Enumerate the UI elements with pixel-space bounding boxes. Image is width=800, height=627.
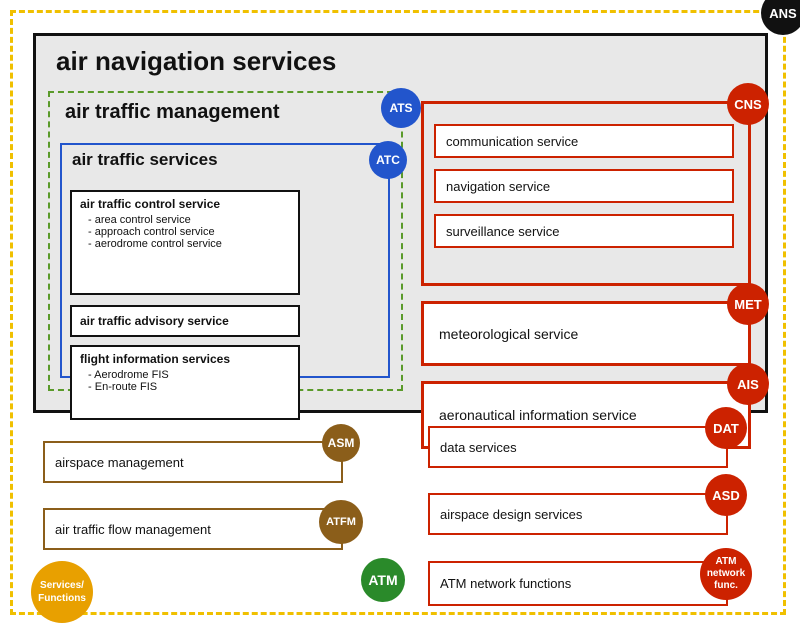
advisory-text: air traffic advisory service	[80, 314, 229, 328]
atc-item-2: - approach control service	[88, 226, 290, 238]
atc-box: air traffic control service - area contr…	[70, 190, 300, 295]
atc-title: air traffic control service	[80, 197, 290, 211]
cns-surv-box: surveillance service	[434, 214, 734, 248]
ans-badge: ANS	[761, 0, 800, 35]
ans-box: air navigation services air traffic mana…	[33, 33, 768, 413]
fis-item-1: - Aerodrome FIS	[88, 369, 290, 381]
ais-badge: AIS	[727, 363, 769, 405]
met-badge: MET	[727, 283, 769, 325]
cns-comm-box: communication service	[434, 124, 734, 158]
atm-net-box: ATM network func. ATM network functions	[428, 561, 728, 606]
asd-text: airspace design services	[440, 507, 582, 522]
dat-box: DAT data services	[428, 426, 728, 468]
asd-box: ASD airspace design services	[428, 493, 728, 535]
met-text: meteorological service	[439, 326, 578, 342]
advisory-box: air traffic advisory service	[70, 305, 300, 337]
cns-comm-text: communication service	[446, 134, 578, 149]
atc-item-3: - aerodrome control service	[88, 238, 290, 250]
atfm-box: ATFM air traffic flow management	[43, 508, 343, 550]
asm-badge: ASM	[322, 424, 360, 462]
atm-net-text: ATM network functions	[440, 576, 571, 591]
asd-badge: ASD	[705, 474, 747, 516]
ans-title: air navigation services	[56, 46, 336, 77]
ats-title: air traffic services	[72, 150, 218, 170]
atm-box: air traffic management ATS air traffic s…	[48, 91, 403, 391]
ais-text: aeronautical information service	[439, 407, 637, 423]
atc-item-1: - area control service	[88, 214, 290, 226]
dat-text: data services	[440, 440, 517, 455]
fis-box: flight information services - Aerodrome …	[70, 345, 300, 420]
cns-box: CNS communication service navigation ser…	[421, 101, 751, 286]
asm-box: ASM airspace management	[43, 441, 343, 483]
atm-badge: ATM	[361, 558, 405, 602]
ats-box: air traffic services ATC air traffic con…	[60, 143, 390, 378]
dat-badge: DAT	[705, 407, 747, 449]
atm-net-badge: ATM network func.	[700, 548, 752, 600]
met-box: MET meteorological service	[421, 301, 751, 366]
fis-title: flight information services	[80, 352, 290, 366]
cns-surv-text: surveillance service	[446, 224, 559, 239]
cns-nav-box: navigation service	[434, 169, 734, 203]
atfm-badge: ATFM	[319, 500, 363, 544]
outer-container: ANS air navigation services air traffic …	[10, 10, 786, 615]
atfm-text: air traffic flow management	[55, 522, 211, 537]
services-badge: Services/ Functions	[31, 561, 93, 623]
atc-badge: ATC	[369, 141, 407, 179]
atm-title: air traffic management	[65, 101, 280, 124]
ats-badge: ATS	[381, 88, 421, 128]
cns-nav-text: navigation service	[446, 179, 550, 194]
asm-text: airspace management	[55, 455, 184, 470]
cns-badge: CNS	[727, 83, 769, 125]
fis-item-2: - En-route FIS	[88, 381, 290, 393]
